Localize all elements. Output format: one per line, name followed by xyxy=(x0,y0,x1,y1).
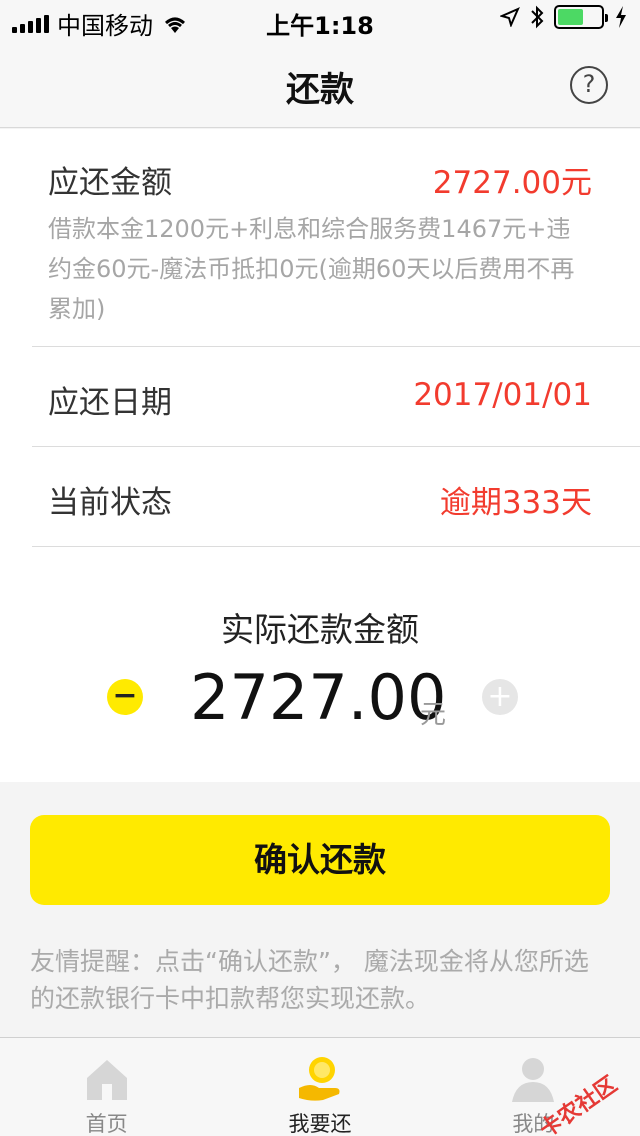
tab-home[interactable]: 首页 xyxy=(0,1038,213,1136)
user-icon xyxy=(512,1058,555,1102)
amount-due-value: 2727.00元 xyxy=(432,165,592,201)
status-value: 逾期333天 xyxy=(439,485,592,521)
increase-button[interactable]: + xyxy=(482,679,518,715)
tab-home-label: 首页 xyxy=(85,1112,128,1136)
status-row: 当前状态 逾期333天 xyxy=(32,447,640,547)
status-right xyxy=(500,5,628,29)
due-date-value: 2017/01/01 xyxy=(413,377,592,413)
question-circle-icon[interactable]: ? xyxy=(570,66,608,104)
actual-amount-value: 2727.00 xyxy=(190,661,447,734)
due-date-row: 应还日期 2017/01/01 xyxy=(32,347,640,447)
decrease-button[interactable]: − xyxy=(107,679,143,715)
home-icon xyxy=(86,1060,127,1100)
battery-icon xyxy=(554,5,608,29)
confirm-repay-button[interactable]: 确认还款 xyxy=(30,815,610,905)
coin-hand-icon xyxy=(298,1057,340,1101)
page-title: 还款 xyxy=(286,70,354,110)
amount-due-description: 借款本金1200元+利息和综合服务费1467元+违约金60元-魔法币抵扣0元(逾… xyxy=(48,215,575,323)
location-arrow-icon xyxy=(500,7,520,27)
amount-due-row: 应还金额 2727.00元 借款本金1200元+利息和综合服务费1467元+违约… xyxy=(32,129,640,347)
amount-due-label: 应还金额 xyxy=(48,165,172,201)
repayment-details: 应还金额 2727.00元 借款本金1200元+利息和综合服务费1467元+违约… xyxy=(0,129,640,782)
actual-amount-unit: 元 xyxy=(420,700,447,730)
status-bar: 中国移动 上午1:18 xyxy=(0,0,640,40)
status-label: 当前状态 xyxy=(48,485,172,521)
reminder-text: 友情提醒：点击“确认还款”， 魔法现金将从您所选的还款银行卡中扣款帮您实现还款。 xyxy=(30,947,589,1013)
due-date-label: 应还日期 xyxy=(48,385,172,421)
actual-amount-title: 实际还款金额 xyxy=(221,610,419,649)
tab-repay[interactable]: 我要还 xyxy=(213,1038,426,1136)
charging-icon xyxy=(616,6,626,28)
bluetooth-icon xyxy=(531,5,544,29)
tab-repay-label: 我要还 xyxy=(288,1112,352,1136)
nav-bar: 还款 ? xyxy=(0,40,640,128)
